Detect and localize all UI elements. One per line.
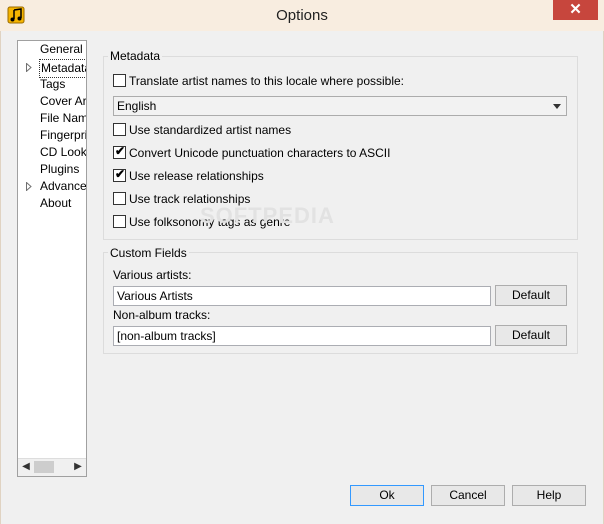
translate-label: Translate artist names to this locale wh… bbox=[129, 74, 405, 88]
locale-value: English bbox=[117, 99, 157, 113]
help-button[interactable]: Help bbox=[512, 485, 586, 506]
close-button[interactable]: ✕ bbox=[553, 0, 598, 20]
horizontal-scrollbar[interactable]: ◀ ▶ bbox=[18, 458, 86, 476]
tree-item-general[interactable]: General bbox=[40, 41, 83, 58]
standardized-label: Use standardized artist names bbox=[129, 123, 292, 137]
custom-fields-group-title: Custom Fields bbox=[108, 246, 189, 260]
tree-item-tags[interactable]: Tags bbox=[40, 76, 65, 93]
release-relationships-checkbox[interactable]: ✔ bbox=[113, 167, 126, 182]
tree-item-file-naming[interactable]: File Naming bbox=[40, 110, 86, 127]
convert-unicode-label: Convert Unicode punctuation characters t… bbox=[129, 146, 391, 160]
check-icon: ✔ bbox=[115, 144, 126, 158]
title-bar: Options ✕ bbox=[0, 0, 604, 32]
check-icon: ✔ bbox=[115, 167, 126, 181]
convert-unicode-checkbox[interactable]: ✔ bbox=[113, 144, 126, 159]
close-icon: ✕ bbox=[569, 1, 582, 18]
non-album-label: Non-album tracks: bbox=[113, 308, 211, 322]
options-tree[interactable]: General Metadata Tags Cover Art File Nam… bbox=[17, 40, 87, 477]
ok-button[interactable]: Ok bbox=[350, 485, 424, 506]
non-album-default-button[interactable]: Default bbox=[495, 325, 567, 346]
tree-item-advanced[interactable]: Advanced bbox=[40, 178, 86, 195]
window-title: Options bbox=[276, 7, 328, 24]
standardized-checkbox[interactable] bbox=[113, 123, 126, 136]
tree-item-fingerprinting[interactable]: Fingerprinting bbox=[40, 127, 86, 144]
expand-arrow-icon[interactable] bbox=[26, 182, 32, 191]
tree-item-cover-art[interactable]: Cover Art bbox=[40, 93, 86, 110]
tree-item-cd-lookup[interactable]: CD Lookup bbox=[40, 144, 86, 161]
locale-select[interactable]: English bbox=[113, 96, 567, 116]
release-relationships-label: Use release relationships bbox=[129, 169, 264, 183]
metadata-group-title: Metadata bbox=[108, 49, 163, 63]
tree-item-about[interactable]: About bbox=[40, 195, 71, 212]
scroll-thumb[interactable] bbox=[34, 461, 54, 473]
various-artists-input[interactable] bbox=[113, 286, 491, 306]
tree-item-plugins[interactable]: Plugins bbox=[40, 161, 79, 178]
track-relationships-checkbox[interactable] bbox=[113, 192, 126, 205]
folksonomy-checkbox[interactable] bbox=[113, 215, 126, 228]
various-artists-default-button[interactable]: Default bbox=[495, 285, 567, 306]
expand-arrow-icon[interactable] bbox=[26, 63, 32, 72]
chevron-down-icon bbox=[553, 104, 561, 109]
watermark: SOFTPEDIA bbox=[200, 203, 335, 228]
scroll-right-icon[interactable]: ▶ bbox=[72, 461, 84, 473]
non-album-input[interactable] bbox=[113, 326, 491, 346]
translate-checkbox[interactable] bbox=[113, 74, 126, 87]
scroll-left-icon[interactable]: ◀ bbox=[20, 461, 32, 473]
cancel-button[interactable]: Cancel bbox=[431, 485, 505, 506]
various-artists-label: Various artists: bbox=[113, 268, 192, 282]
